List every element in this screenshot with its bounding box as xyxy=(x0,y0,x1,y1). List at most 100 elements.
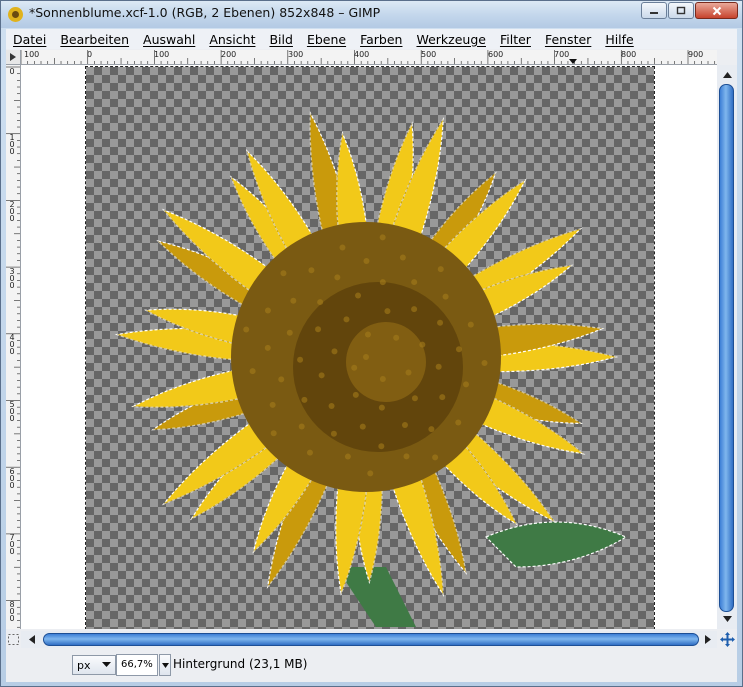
seed xyxy=(351,364,358,371)
scroll-up-button[interactable] xyxy=(717,67,737,83)
menu-ansicht[interactable]: Ansicht xyxy=(202,32,262,47)
seed xyxy=(363,258,370,265)
seed xyxy=(411,306,418,313)
minimize-button[interactable] xyxy=(641,2,667,19)
menu-hilfe[interactable]: Hilfe xyxy=(598,32,640,47)
minimize-icon xyxy=(650,11,658,14)
arrow-down-icon xyxy=(722,616,732,622)
chevron-down-icon xyxy=(102,662,111,667)
seed xyxy=(401,422,408,429)
zoom-value: 66,7% xyxy=(121,659,153,670)
menu-filter[interactable]: Filter xyxy=(493,32,538,47)
hruler-label: 600 xyxy=(488,50,504,59)
menu-datei[interactable]: Datei xyxy=(6,32,53,47)
navigate-button[interactable] xyxy=(717,631,737,648)
hruler-label: 200 xyxy=(221,50,237,59)
seed xyxy=(269,401,276,408)
seed xyxy=(343,316,350,323)
zoom-input[interactable]: 66,7% xyxy=(116,654,158,676)
status-bar: px 66,7% Hintergrund (23,1 MB) xyxy=(6,649,737,682)
seed xyxy=(328,402,335,409)
flower-disc-core xyxy=(346,322,426,402)
seed xyxy=(355,292,362,299)
vruler-label: 300 xyxy=(9,267,15,290)
image-canvas[interactable] xyxy=(21,65,717,629)
seed xyxy=(278,376,285,383)
title-bar[interactable]: *Sonnenblume.xcf-1.0 (RGB, 2 Ebenen) 852… xyxy=(1,1,742,28)
vruler-label: 600 xyxy=(9,467,15,490)
seed xyxy=(290,297,297,304)
seed xyxy=(318,372,325,379)
seed xyxy=(405,369,412,376)
seed xyxy=(308,267,315,274)
layer-info-label: Hintergrund (23,1 MB) xyxy=(173,657,308,671)
triangle-right-icon xyxy=(10,53,16,61)
zoom-dropdown-button[interactable] xyxy=(159,654,171,676)
ruler-corner-menu-button[interactable] xyxy=(6,50,21,65)
hruler-label: 100 xyxy=(154,50,170,59)
seed xyxy=(280,270,287,277)
quick-mask-icon xyxy=(8,634,19,645)
menu-auswahl[interactable]: Auswahl xyxy=(136,32,202,47)
unit-dropdown[interactable]: px xyxy=(72,655,116,675)
seed xyxy=(298,423,305,430)
vruler-label: 0 xyxy=(9,67,15,76)
seed xyxy=(379,375,386,382)
scroll-left-button[interactable] xyxy=(24,631,40,648)
seed xyxy=(379,279,386,286)
seed xyxy=(378,404,385,411)
menu-ebene[interactable]: Ebene xyxy=(300,32,353,47)
seed xyxy=(411,395,418,402)
hruler-label: 400 xyxy=(354,50,370,59)
image-layer-transparent-background[interactable] xyxy=(85,66,655,629)
window-controls xyxy=(641,2,738,19)
close-button[interactable] xyxy=(695,2,738,19)
maximize-icon xyxy=(676,6,686,15)
menu-bar: Datei Bearbeiten Auswahl Ansicht Bild Eb… xyxy=(6,29,737,49)
seed xyxy=(435,363,442,370)
seed xyxy=(364,331,371,338)
menu-werkzeuge[interactable]: Werkzeuge xyxy=(409,32,493,47)
quick-mask-toggle[interactable] xyxy=(6,631,21,648)
vertical-scrollbar[interactable] xyxy=(717,65,737,629)
menu-bearbeiten[interactable]: Bearbeiten xyxy=(53,32,136,47)
horizontal-scroll-thumb[interactable] xyxy=(43,633,699,646)
seed xyxy=(301,396,308,403)
hruler-label: 500 xyxy=(421,50,437,59)
hruler-label: 800 xyxy=(621,50,637,59)
seed xyxy=(286,329,293,336)
seed xyxy=(359,423,366,430)
chevron-down-icon xyxy=(161,662,169,668)
seed xyxy=(339,244,346,251)
scroll-right-button[interactable] xyxy=(700,631,716,648)
seed xyxy=(243,326,250,333)
menu-bild[interactable]: Bild xyxy=(262,32,299,47)
seed xyxy=(264,344,271,351)
horizontal-scrollbar[interactable] xyxy=(21,631,717,648)
seed xyxy=(378,443,385,450)
seed xyxy=(306,449,313,456)
gimp-app-icon xyxy=(8,7,23,22)
maximize-button[interactable] xyxy=(668,2,694,19)
hruler-label: 700 xyxy=(554,50,570,59)
seed xyxy=(363,354,369,360)
hruler-label: 100 xyxy=(24,50,40,59)
hruler-label: 0 xyxy=(87,50,93,59)
vertical-ruler[interactable]: 0 100 200 300 400 500 600 700 800 xyxy=(6,65,21,629)
seed xyxy=(481,360,488,367)
vruler-label: 100 xyxy=(9,133,15,156)
menu-farben[interactable]: Farben xyxy=(353,32,409,47)
vertical-scroll-thumb[interactable] xyxy=(719,84,734,612)
hruler-label: 300 xyxy=(288,50,304,59)
menu-fenster[interactable]: Fenster xyxy=(538,32,598,47)
seed xyxy=(317,299,324,306)
seed xyxy=(384,308,391,315)
seed xyxy=(428,426,435,433)
navigate-cross-icon xyxy=(719,632,735,647)
seed xyxy=(344,453,351,460)
scroll-down-button[interactable] xyxy=(717,611,737,627)
seed xyxy=(249,368,256,375)
seed xyxy=(393,334,400,341)
seed xyxy=(411,279,418,286)
horizontal-ruler[interactable]: 100 0 100 200 300 400 500 600 700 800 90… xyxy=(21,50,717,65)
